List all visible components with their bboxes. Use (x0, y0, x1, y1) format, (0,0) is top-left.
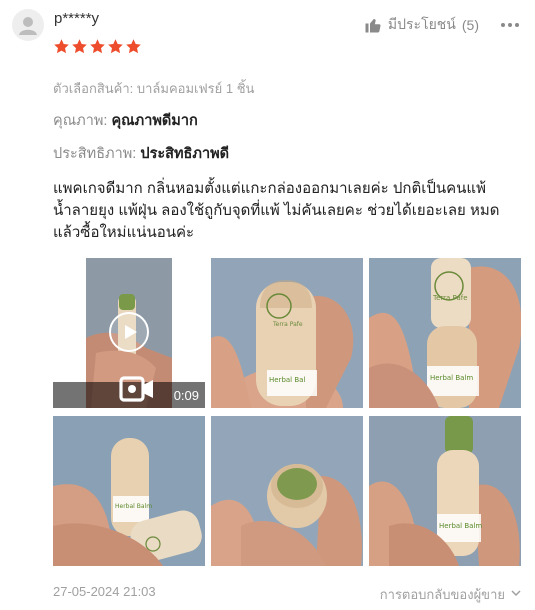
review-photo-image: Herbal Balm (53, 416, 205, 566)
review-photo-image: Terra Pafe Herbal Balm (369, 258, 521, 408)
svg-text:Terra Pafe: Terra Pafe (432, 294, 468, 302)
star-icon (72, 39, 87, 54)
review-photo[interactable]: Herbal Balm (369, 416, 521, 566)
more-dot (515, 23, 519, 27)
svg-text:Herbal Bal: Herbal Bal (269, 376, 305, 384)
helpful-label: มีประโยชน์ (387, 16, 456, 32)
more-options-button[interactable] (499, 14, 521, 36)
seller-reply-toggle[interactable]: การตอบกลับของผู้ขาย (380, 584, 505, 605)
review-photo[interactable]: Terra Pafe Herbal Bal (211, 258, 363, 408)
more-dot (508, 23, 512, 27)
attribute-value: ประสิทธิภาพดี (140, 146, 230, 162)
more-horizontal-icon (501, 23, 505, 27)
review-date: 27-05-2024 21:03 (53, 584, 156, 599)
attribute-label: คุณภาพ: (53, 113, 108, 129)
review-photo-image (211, 416, 363, 566)
star-icon (54, 39, 69, 54)
review-video-thumbnail[interactable]: 0:09 (53, 258, 205, 408)
helpful-button[interactable]: มีประโยชน์ (5) (364, 14, 479, 36)
avatar (12, 9, 44, 41)
play-button[interactable] (109, 312, 149, 352)
reviewer-username[interactable]: p*****y (54, 10, 99, 27)
svg-text:Herbal Balm: Herbal Balm (430, 374, 473, 382)
video-duration: 0:09 (173, 388, 199, 403)
rating-stars (53, 38, 142, 55)
review-photo-image: Herbal Balm (369, 416, 521, 566)
attribute-quality: คุณภาพ: คุณภาพดีมาก (53, 109, 198, 132)
attribute-value: คุณภาพดีมาก (111, 113, 198, 129)
star-icon (126, 39, 141, 54)
review-photo[interactable]: Herbal Balm (53, 416, 205, 566)
video-info-bar: 0:09 (53, 376, 205, 408)
review-photo[interactable] (211, 416, 363, 566)
helpful-count: (5) (461, 17, 479, 33)
thumbs-up-icon (365, 19, 381, 33)
review-media-grid: 0:09 Terra Pafe Herbal Bal Terra Pafe He… (53, 258, 523, 570)
attribute-label: ประสิทธิภาพ: (53, 146, 137, 162)
chevron-down-icon[interactable] (511, 588, 521, 598)
user-avatar-icon (19, 17, 37, 35)
star-icon (90, 39, 105, 54)
attribute-effectiveness: ประสิทธิภาพ: ประสิทธิภาพดี (53, 142, 229, 165)
svg-text:Herbal Balm: Herbal Balm (115, 503, 152, 510)
review-photo[interactable]: Terra Pafe Herbal Balm (369, 258, 521, 408)
product-variation: ตัวเลือกสินค้า: บาล์มคอมเฟรย์ 1 ชิ้น (53, 81, 255, 96)
svg-text:Herbal Balm: Herbal Balm (439, 522, 482, 530)
review-text: แพคเกจดีมาก กลิ่นหอมตั้งแต่แกะกล่องออกมา… (53, 180, 500, 241)
product-brand-text: Terra Pafe (272, 321, 303, 328)
play-icon (124, 325, 137, 339)
review-photo-image: Terra Pafe Herbal Bal (211, 258, 363, 408)
star-icon (108, 39, 123, 54)
